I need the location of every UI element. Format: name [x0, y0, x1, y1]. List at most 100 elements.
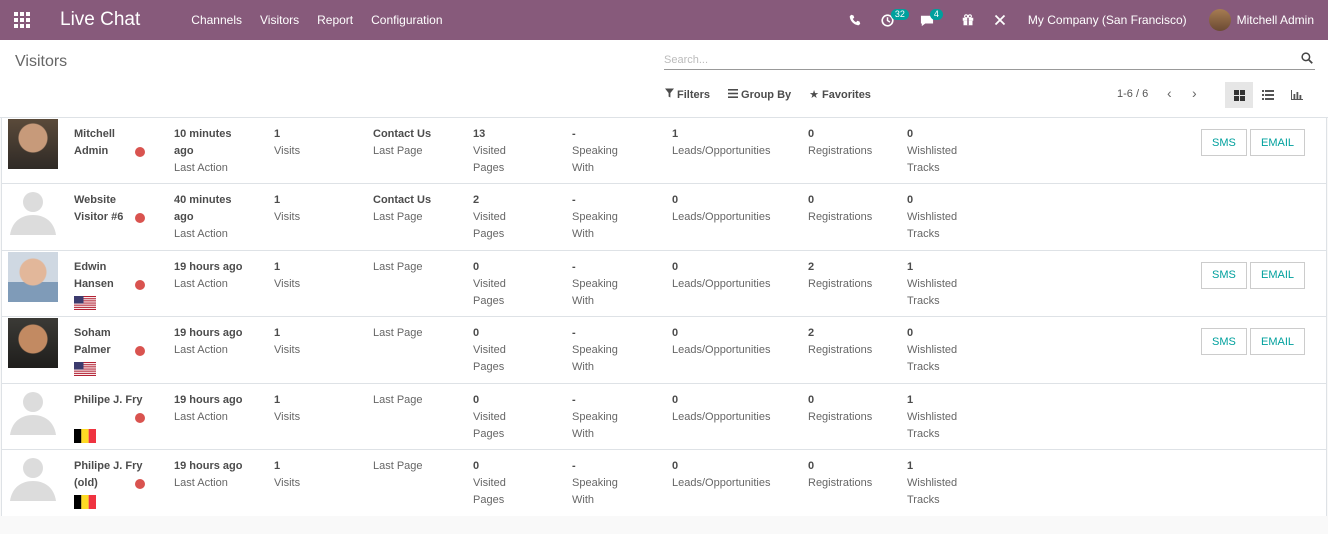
last-action-cell: 19 hours ago Last Action [174, 259, 242, 293]
last-action-time: 10 minutes [174, 128, 232, 140]
email-button[interactable]: EMAIL [1250, 328, 1306, 356]
menu-configuration[interactable]: Configuration [371, 13, 442, 27]
leads-cell[interactable]: 1 Leads/Opportunities [672, 126, 770, 160]
speaking-with-cell: - Speaking With [572, 392, 618, 443]
pager-next-icon[interactable]: › [1192, 85, 1197, 101]
last-page-label: Last Page [373, 145, 423, 157]
filters-button[interactable]: Filters [665, 88, 710, 101]
pager-value[interactable]: 1-6 / 6 [1117, 88, 1148, 100]
last-action-label: Last Action [174, 277, 228, 290]
wishlisted-label: Wishlisted [907, 277, 958, 290]
last-page-cell: Last Page [373, 458, 423, 475]
leads-label: Leads/Opportunities [672, 211, 771, 224]
visited-pages-count: 0 [473, 327, 480, 340]
speaking-with-value: - [572, 327, 576, 340]
user-menu[interactable]: Mitchell Admin [1208, 9, 1314, 31]
visitor-avatar [8, 318, 58, 369]
leads-count: 0 [672, 260, 679, 273]
groupby-button[interactable]: Group By [728, 88, 791, 101]
search-icon[interactable] [1301, 52, 1313, 67]
visitor-row[interactable]: Philipe J. Fry (old) 19 hours ago Last A… [2, 450, 1326, 516]
registrations-count: 0 [808, 459, 815, 472]
leads-cell[interactable]: 0 Leads/Opportunities [672, 259, 770, 293]
last-action-time: 19 hours ago [174, 327, 243, 340]
pages-label: Pages [473, 294, 505, 307]
email-button[interactable]: EMAIL [1250, 261, 1306, 289]
leads-cell[interactable]: 0 Leads/Opportunities [672, 458, 770, 492]
wishlisted-tracks-cell[interactable]: 1 Wishlisted Tracks [907, 458, 957, 509]
wishlisted-tracks-cell[interactable]: 0 Wishlisted Tracks [907, 192, 957, 243]
graph-view-icon[interactable] [1283, 82, 1311, 108]
speaking-with-cell: - Speaking With [572, 192, 618, 243]
registrations-cell[interactable]: 0 Registrations [808, 392, 872, 426]
visited-pages-cell: 0 Visited Pages [473, 458, 506, 509]
visitor-row[interactable]: Soham Palmer 19 hours ago Last Action 1 … [2, 317, 1326, 384]
visitor-name-cell: Mitchell Admin [74, 126, 115, 160]
activity-clock-icon[interactable]: 32 [881, 0, 909, 40]
kanban-view-icon[interactable] [1225, 82, 1253, 108]
tracks-label: Tracks [907, 162, 940, 174]
app-brand[interactable]: Live Chat [60, 9, 140, 31]
last-page-cell: Contact Us Last Page [373, 126, 431, 160]
registrations-cell[interactable]: 0 Registrations [808, 192, 872, 226]
sms-button[interactable]: SMS [1201, 129, 1247, 156]
leads-count: 0 [672, 194, 679, 207]
pages-label: Pages [473, 361, 505, 374]
sms-button[interactable]: SMS [1201, 328, 1247, 356]
list-view-icon[interactable] [1254, 82, 1282, 108]
visitor-row[interactable]: Mitchell Admin 10 minutes ago Last Actio… [2, 118, 1326, 185]
visitor-name-line2: Visitor #6 [74, 211, 124, 224]
menu-report[interactable]: Report [317, 13, 353, 27]
registrations-cell[interactable]: 0 Registrations [808, 458, 872, 492]
menu-channels[interactable]: Channels [191, 13, 242, 27]
visits-cell: 1 Visits [274, 392, 300, 426]
wishlisted-tracks-cell[interactable]: 0 Wishlisted Tracks [907, 325, 957, 376]
email-button[interactable]: EMAIL [1250, 129, 1306, 156]
visitor-name-cell: Philipe J. Fry (old) [74, 458, 142, 492]
wishlisted-label: Wishlisted [907, 476, 958, 489]
last-action-label: Last Action [174, 344, 228, 357]
wishlisted-tracks-cell[interactable]: 1 Wishlisted Tracks [907, 392, 957, 443]
last-page-cell: Last Page [373, 325, 423, 342]
visitor-name-cell: Philipe J. Fry [74, 392, 142, 409]
visited-pages-cell: 0 Visited Pages [473, 325, 506, 376]
visitor-row[interactable]: Edwin Hansen 19 hours ago Last Action 1 … [2, 251, 1326, 318]
last-action-time: 19 hours ago [174, 393, 243, 406]
apps-menu-icon[interactable] [0, 0, 44, 40]
phone-icon[interactable] [849, 0, 861, 40]
favorites-button[interactable]: ★ Favorites [809, 88, 871, 102]
visitor-row[interactable]: Philipe J. Fry 19 hours ago Last Action … [2, 384, 1326, 450]
visitor-avatar [8, 119, 58, 169]
wishlisted-tracks-cell[interactable]: 0 Wishlisted Tracks [907, 126, 957, 177]
visits-label: Visits [274, 211, 301, 224]
company-switcher[interactable]: My Company (San Francisco) [1028, 13, 1187, 27]
belgium-flag-icon [74, 428, 96, 443]
wishlisted-label: Wishlisted [907, 211, 958, 224]
sms-button[interactable]: SMS [1201, 261, 1247, 289]
debug-tools-icon[interactable] [994, 0, 1006, 40]
speaking-label: Speaking [572, 211, 618, 224]
registrations-label: Registrations [808, 145, 873, 157]
registrations-cell[interactable]: 2 Registrations [808, 325, 872, 359]
registrations-cell[interactable]: 2 Registrations [808, 259, 872, 293]
leads-count: 0 [672, 393, 679, 406]
leads-cell[interactable]: 0 Leads/Opportunities [672, 192, 770, 226]
last-action-label: Last Action [174, 476, 228, 489]
wishlisted-tracks-cell[interactable]: 1 Wishlisted Tracks [907, 259, 957, 310]
registrations-label: Registrations [808, 344, 873, 357]
gift-icon[interactable] [962, 0, 974, 40]
menu-visitors[interactable]: Visitors [260, 13, 299, 27]
leads-cell[interactable]: 0 Leads/Opportunities [672, 392, 770, 426]
visitor-row[interactable]: Website Visitor #6 40 minutes ago Last A… [2, 184, 1326, 251]
registrations-count: 0 [808, 393, 815, 406]
speaking-with-value: - [572, 260, 576, 273]
pager-previous-icon[interactable]: ‹ [1167, 85, 1172, 101]
speaking-with-value: - [572, 459, 576, 472]
leads-cell[interactable]: 0 Leads/Opportunities [672, 325, 770, 359]
messages-icon[interactable]: 4 [920, 0, 943, 40]
search-input[interactable] [664, 50, 1284, 69]
registrations-label: Registrations [808, 211, 873, 224]
registrations-cell[interactable]: 0 Registrations [808, 126, 872, 160]
visitor-name: Philipe J. Fry [74, 459, 143, 472]
visited-pages-count: 0 [473, 393, 480, 406]
